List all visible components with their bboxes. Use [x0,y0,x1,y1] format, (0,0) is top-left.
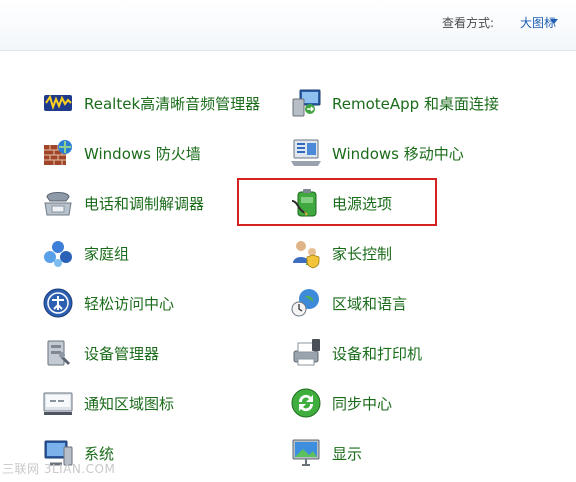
item-display[interactable]: 显示 [290,435,520,471]
homegroup-icon [44,241,72,267]
display-icon [292,439,320,466]
item-region-language[interactable]: 区域和语言 [290,285,520,321]
item-realtek-audio[interactable]: Realtek高清晰音频管理器 [42,85,272,121]
phone-modem-icon [44,192,72,216]
region-language-icon [291,289,319,317]
watermark-text: 三联网 3LIAN.COM [2,462,116,476]
view-by-label: 查看方式: [441,16,494,30]
remote-desktop-icon [292,89,321,117]
item-homegroup[interactable]: 家庭组 [42,235,272,271]
devices-printers-icon [293,339,320,366]
item-windows-firewall[interactable]: Windows 防火墙 [42,135,272,171]
item-parental-controls[interactable]: 家长控制 [290,235,520,271]
chevron-down-icon[interactable] [550,19,558,24]
item-notification-area[interactable]: 通知区域图标 [42,385,272,421]
firewall-icon [44,140,72,165]
audio-manager-icon [44,94,72,111]
notification-area-icon [43,392,73,415]
item-device-manager[interactable]: 设备管理器 [42,335,272,371]
highlight-box [237,178,437,226]
item-mobility-center[interactable]: Windows 移动中心 [290,135,520,171]
toolbar: 查看方式: 大图标 [0,0,576,51]
item-sync-center[interactable]: 同步中心 [290,385,520,421]
item-devices-printers[interactable]: 设备和打印机 [290,335,520,371]
item-remoteapp[interactable]: RemoteApp 和桌面连接 [290,85,520,121]
sync-center-icon [291,388,321,418]
parental-controls-icon [293,241,320,269]
mobility-center-icon [291,139,321,166]
device-manager-icon [47,340,70,366]
item-ease-of-access[interactable]: 轻松访问中心 [42,285,272,321]
ease-of-access-icon [43,288,73,318]
